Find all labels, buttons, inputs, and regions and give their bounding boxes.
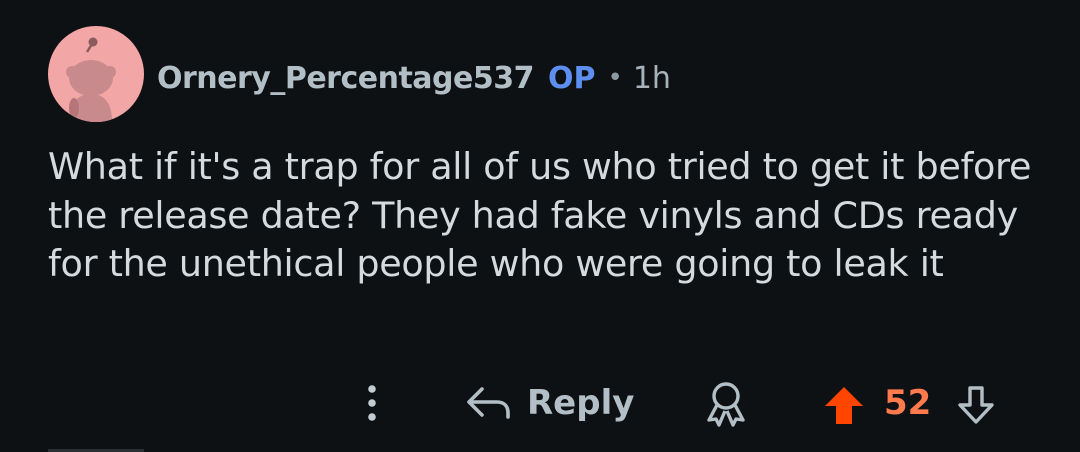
award-button[interactable]	[698, 378, 754, 430]
comment-card: Ornery_Percentage537 OP • 1h What if it'…	[0, 0, 1080, 452]
comment-header: Ornery_Percentage537 OP • 1h	[157, 55, 671, 101]
downvote-button[interactable]	[954, 384, 998, 428]
upvote-button[interactable]	[822, 384, 866, 428]
username-link[interactable]: Ornery_Percentage537	[157, 61, 535, 96]
user-avatar[interactable]	[48, 26, 144, 122]
downvote-arrow-icon	[958, 386, 994, 424]
reply-button[interactable]: Reply	[463, 370, 634, 436]
vote-controls: 52	[818, 370, 1008, 436]
award-icon	[707, 382, 745, 427]
op-badge: OP	[548, 60, 596, 96]
comment-body: What if it's a trap for all of us who tr…	[48, 145, 1032, 285]
vote-score: 52	[884, 383, 932, 423]
more-options-button[interactable]	[352, 376, 392, 430]
snoo-avatar-icon	[66, 37, 116, 122]
separator-dot: •	[607, 63, 623, 93]
reply-label: Reply	[527, 383, 635, 423]
comment-actions: Reply 52	[0, 370, 1080, 436]
upvote-arrow-icon	[825, 387, 863, 424]
reply-arrow-icon	[467, 387, 510, 419]
timestamp: 1h	[632, 60, 671, 96]
more-vertical-icon	[368, 385, 376, 421]
